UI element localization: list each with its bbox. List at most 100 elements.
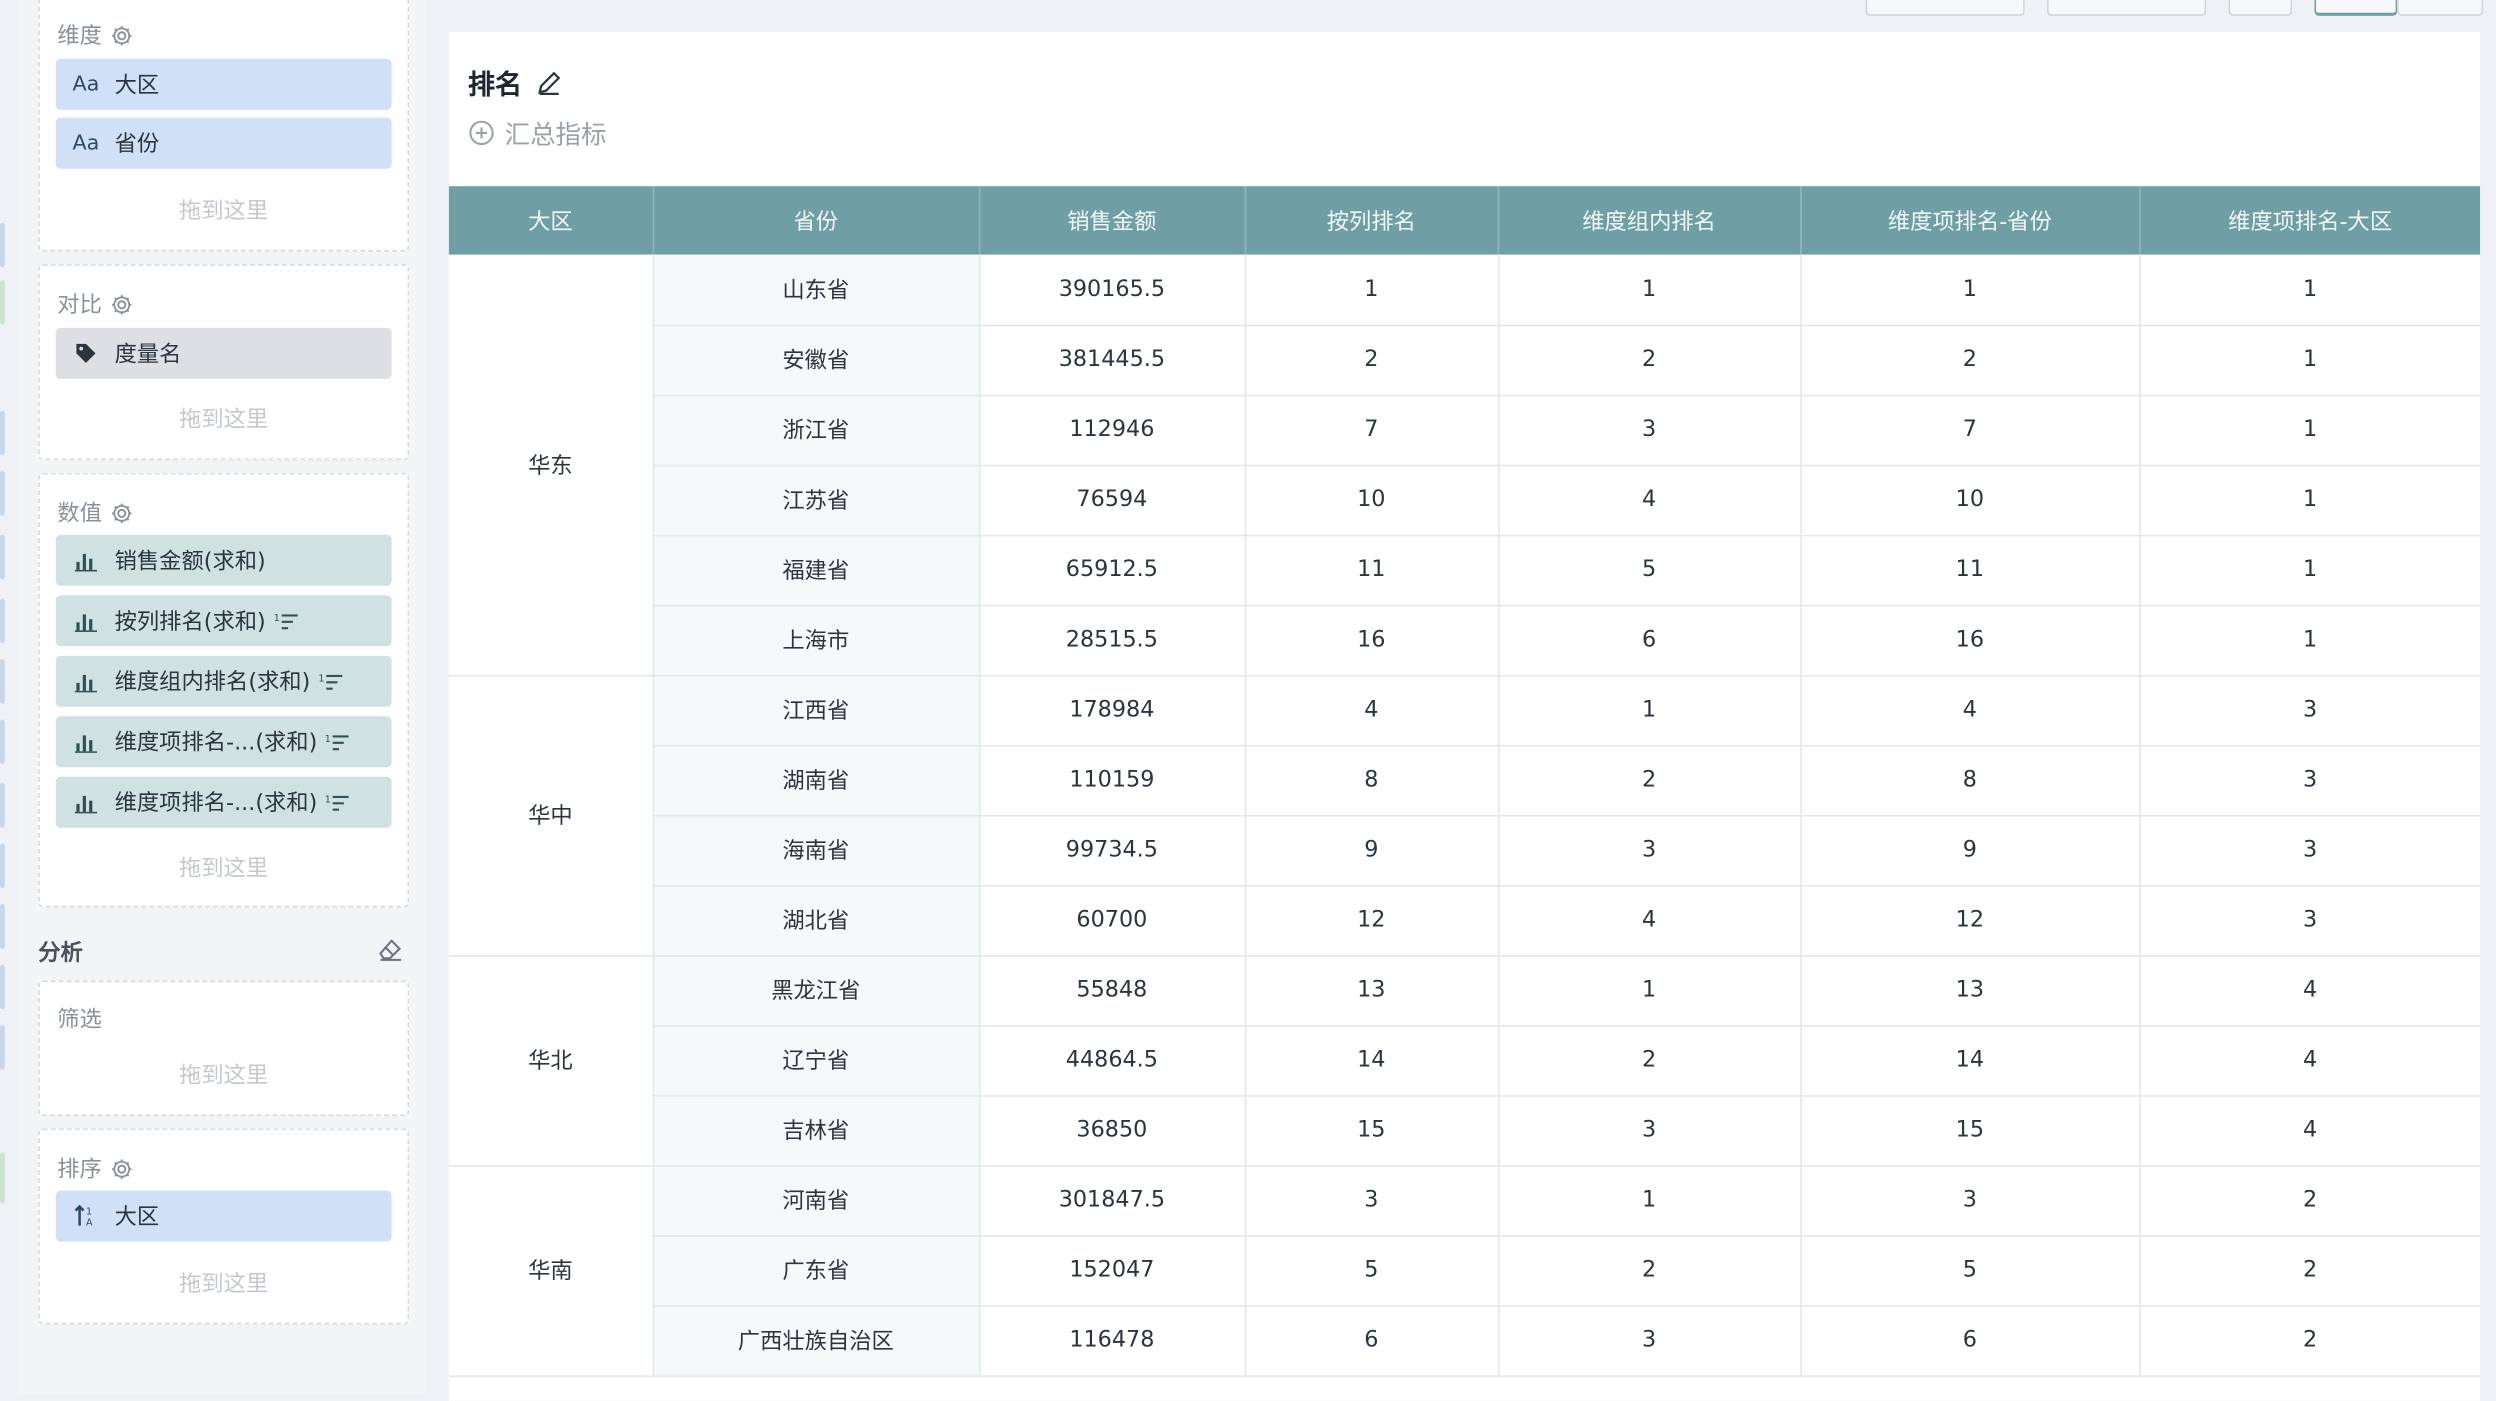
region-cell: 华东 — [448, 254, 654, 676]
value-cell: 9 — [1244, 815, 1499, 886]
card-title-text[interactable]: 排名 — [468, 62, 522, 102]
value-cell: 4 — [1497, 464, 1802, 536]
province-cell: 江苏省 — [652, 464, 980, 536]
values-dropzone[interactable]: 数值 销售金额(求和) 按列排名(求和) 1 维度组内排名(求和) 1 维度项排… — [38, 472, 410, 908]
sort-asc-icon: 1A — [72, 1203, 101, 1229]
value-chip-column-rank[interactable]: 按列排名(求和) 1 — [55, 595, 392, 647]
value-cell: 5 — [1800, 1235, 2141, 1307]
value-cell: 3 — [1497, 394, 1802, 466]
value-cell: 3 — [1497, 815, 1802, 886]
value-cell: 99734.5 — [978, 815, 1246, 886]
value-cell: 4 — [2139, 1095, 2481, 1166]
values-title-text: 数值 — [57, 501, 102, 527]
value-cell: 6 — [1244, 1305, 1499, 1377]
gear-icon[interactable] — [110, 501, 134, 525]
chip-label: 大区 — [114, 1204, 160, 1231]
edit-pencil-icon[interactable] — [535, 68, 564, 97]
toolbar-button[interactable] — [2397, 0, 2484, 16]
compare-chip-measure-name[interactable]: 度量名 — [55, 327, 392, 379]
chip-label: 省份 — [114, 132, 160, 158]
value-cell: 1 — [1497, 254, 1802, 326]
value-cell: 4 — [2139, 1025, 2481, 1096]
value-cell: 28515.5 — [978, 604, 1246, 676]
table-row: 广西壮族自治区 116478 6 3 6 2 — [449, 1305, 2481, 1377]
table-header-row: 大区 省份 销售金额 按列排名 维度组内排名 维度项排名-省份 维度项排名-大区 — [448, 186, 2481, 255]
value-cell: 6 — [1800, 1305, 2141, 1377]
column-header[interactable]: 维度项排名-省份 — [1800, 186, 2141, 255]
rank-icon: 1 — [325, 732, 350, 751]
nav-marker — [0, 1025, 5, 1070]
value-cell: 116478 — [978, 1305, 1246, 1377]
value-cell: 3 — [1497, 1305, 1802, 1377]
value-cell: 1 — [2139, 534, 2481, 606]
gear-icon[interactable] — [110, 23, 134, 47]
table-row: 辽宁省 44864.5 14 2 14 4 — [449, 1025, 2481, 1096]
nav-marker — [0, 659, 5, 704]
drop-hint: 拖到这里 — [179, 198, 269, 225]
gear-icon[interactable] — [110, 292, 134, 316]
nav-marker — [0, 222, 5, 268]
dimension-title-text: 维度 — [57, 23, 102, 50]
compare-dropzone[interactable]: 对比 度量名 拖到这里 — [38, 264, 410, 461]
gear-icon[interactable] — [110, 1156, 134, 1180]
value-chip-sales[interactable]: 销售金额(求和) — [55, 534, 392, 586]
svg-text:1: 1 — [318, 673, 324, 684]
drop-hint: 拖到这里 — [179, 1063, 269, 1089]
column-header[interactable]: 大区 — [448, 186, 654, 255]
column-header[interactable]: 销售金额 — [978, 186, 1246, 255]
value-chip-item-rank-region[interactable]: 维度项排名-...(求和) 1 — [55, 776, 392, 828]
sort-chip-region[interactable]: 1A 大区 — [55, 1190, 392, 1242]
main-area: 排名 汇总指标 大区 省份 销售金额 按列排名 维度组内排名 维度项排名-省份 … — [426, 0, 2496, 1401]
value-cell: 36850 — [978, 1095, 1246, 1166]
column-header[interactable]: 维度组内排名 — [1497, 186, 1802, 255]
dimension-dropzone[interactable]: 维度 Aa 大区 Aa 省份 拖到这里 — [38, 0, 410, 252]
filter-dropzone[interactable]: 筛选 拖到这里 — [38, 980, 410, 1116]
region-cell: 华北 — [448, 955, 654, 1166]
value-chip-group-rank[interactable]: 维度组内排名(求和) 1 — [55, 655, 392, 707]
table-row: 华南 河南省 301847.5 3 1 3 2 — [448, 1165, 2481, 1377]
dimension-chip-province[interactable]: Aa 省份 — [55, 117, 392, 169]
value-cell: 9 — [1800, 815, 2141, 886]
sort-dropzone[interactable]: 排序 1A 大区 拖到这里 — [38, 1128, 410, 1325]
svg-text:A: A — [86, 1218, 93, 1229]
value-cell: 3 — [2139, 744, 2481, 816]
toolbar-button[interactable] — [2228, 0, 2293, 16]
value-cell: 15 — [1800, 1095, 2141, 1166]
table-row: 江苏省 76594 10 4 10 1 — [449, 464, 2481, 536]
value-cell: 1 — [1497, 1165, 1802, 1237]
nav-marker — [0, 719, 5, 765]
table-row: 广东省 152047 5 2 5 2 — [449, 1235, 2481, 1307]
table-row: 湖北省 60700 12 4 12 3 — [449, 885, 2481, 956]
value-cell: 2 — [1497, 1025, 1802, 1096]
nav-marker — [0, 471, 5, 516]
column-header[interactable]: 省份 — [652, 186, 980, 255]
column-header[interactable]: 按列排名 — [1244, 186, 1499, 255]
value-cell: 1 — [2139, 394, 2481, 466]
chip-label: 大区 — [114, 73, 160, 99]
table-row: 浙江省 112946 7 3 7 1 — [449, 394, 2481, 466]
toolbar-button[interactable] — [1865, 0, 2025, 16]
column-header[interactable]: 维度项排名-大区 — [2139, 186, 2481, 255]
rank-icon: 1 — [325, 793, 350, 812]
value-cell: 11 — [1244, 534, 1499, 606]
table-row: 华东 山东省 390165.5 1 1 1 1 — [448, 254, 2481, 676]
chart-card: 排名 汇总指标 大区 省份 销售金额 按列排名 维度组内排名 维度项排名-省份 … — [448, 31, 2481, 1401]
value-chip-item-rank-province[interactable]: 维度项排名-...(求和) 1 — [55, 716, 392, 768]
chip-label: 度量名 — [114, 342, 182, 368]
config-panel: 维度 Aa 大区 Aa 省份 拖到这里 对比 度量名 拖到这里 数值 销售金额(… — [19, 0, 427, 1395]
value-cell: 178984 — [978, 674, 1246, 746]
sort-title-text: 排序 — [57, 1157, 102, 1183]
value-cell: 55848 — [978, 955, 1246, 1026]
eraser-icon[interactable] — [376, 934, 405, 963]
dimension-chip-region[interactable]: Aa 大区 — [55, 58, 392, 110]
analysis-section-title: 分析 — [38, 940, 83, 967]
rank-icon: 1 — [274, 611, 299, 630]
chip-label: 销售金额(求和) — [114, 549, 266, 575]
svg-text:1: 1 — [274, 613, 280, 624]
sort-title: 排序 — [57, 1152, 133, 1184]
toolbar-button[interactable] — [2047, 0, 2207, 16]
province-cell: 吉林省 — [652, 1095, 980, 1166]
value-cell: 13 — [1244, 955, 1499, 1026]
toolbar-button-active[interactable] — [2314, 0, 2398, 16]
add-summary-button[interactable]: 汇总指标 — [468, 113, 607, 151]
